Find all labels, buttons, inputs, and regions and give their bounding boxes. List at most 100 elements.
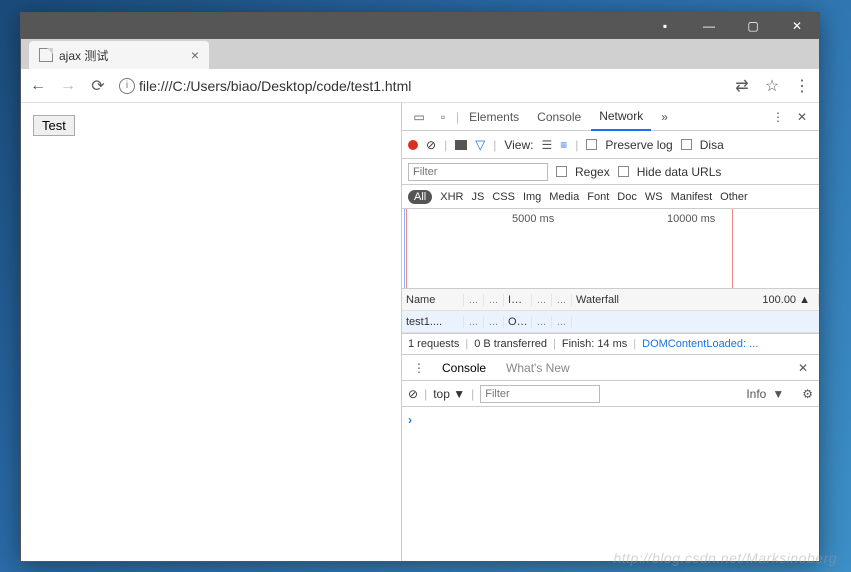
cell-b: ...	[484, 316, 504, 328]
back-button[interactable]: ←	[29, 77, 47, 95]
cell-c: ...	[532, 316, 552, 328]
device-toggle-icon[interactable]: ▫	[432, 110, 454, 124]
minimize-button[interactable]: —	[687, 13, 731, 39]
grid-header: Name ... ... Ini... ... ... Waterfall 10…	[402, 289, 819, 311]
summary-requests: 1 requests	[408, 338, 459, 350]
filter-css[interactable]: CSS	[492, 191, 515, 203]
drawer-tab-whatsnew[interactable]: What's New	[498, 355, 578, 381]
hide-data-urls-checkbox[interactable]	[618, 166, 629, 177]
col-c[interactable]: ...	[532, 294, 552, 306]
filter-xhr[interactable]: XHR	[440, 191, 463, 203]
filter-doc[interactable]: Doc	[617, 191, 637, 203]
disable-cache-checkbox[interactable]	[681, 139, 692, 150]
filter-ws[interactable]: WS	[645, 191, 663, 203]
console-prompt: ›	[408, 413, 412, 427]
col-name[interactable]: Name	[402, 294, 464, 306]
address-bar: ← → ⟳ i file:///C:/Users/biao/Desktop/co…	[21, 69, 819, 103]
network-summary: 1 requests | 0 B transferred | Finish: 1…	[402, 333, 819, 355]
disable-cache-label: Disa	[700, 138, 724, 152]
maximize-button[interactable]: ▢	[731, 13, 775, 39]
filter-font[interactable]: Font	[587, 191, 609, 203]
waterfall-label: Waterfall	[576, 294, 619, 306]
inspect-icon[interactable]: ▭	[408, 110, 430, 124]
console-clear[interactable]: ⊘	[408, 387, 418, 401]
grid-row[interactable]: test1.... ... ... Ot... ... ...	[402, 311, 819, 333]
browser-tab[interactable]: ajax 测试 ×	[29, 41, 209, 69]
col-a[interactable]: ...	[464, 294, 484, 306]
test-button[interactable]: Test	[33, 115, 75, 136]
drawer-tabs: ⋮ Console What's New ✕	[402, 355, 819, 381]
view-compact-icon[interactable]: ≡	[560, 138, 567, 152]
screenshot-icon[interactable]	[455, 140, 467, 150]
col-waterfall[interactable]: Waterfall 100.00 ▲	[572, 294, 819, 306]
drawer-menu[interactable]: ⋮	[408, 361, 430, 375]
content-area: Test ▭ ▫ | Elements Console Network » ⋮ …	[21, 103, 819, 561]
info-icon[interactable]: i	[119, 78, 135, 94]
browser-menu-button[interactable]: ⋮	[793, 76, 811, 96]
console-context[interactable]: top ▼	[433, 387, 465, 401]
bookmark-star-icon[interactable]: ☆	[763, 76, 781, 96]
regex-checkbox[interactable]	[556, 166, 567, 177]
tab-elements[interactable]: Elements	[461, 103, 527, 131]
col-b[interactable]: ...	[484, 294, 504, 306]
record-button[interactable]	[408, 140, 418, 150]
translate-icon[interactable]: ⇄	[733, 76, 751, 96]
devtools-menu[interactable]: ⋮	[767, 110, 789, 124]
tab-strip: ajax 测试 ×	[21, 39, 819, 69]
drawer-close[interactable]: ✕	[793, 361, 813, 375]
filter-all[interactable]: All	[408, 190, 432, 204]
window-titlebar: ▪ — ▢ ✕	[21, 13, 819, 39]
url-text: file:///C:/Users/biao/Desktop/code/test1…	[139, 78, 411, 94]
network-type-filters: All XHR JS CSS Img Media Font Doc WS Man…	[402, 185, 819, 209]
console-settings-icon[interactable]: ⚙	[802, 387, 813, 401]
tab-title: ajax 测试	[59, 47, 108, 64]
filter-media[interactable]: Media	[549, 191, 579, 203]
hide-data-urls-label: Hide data URLs	[637, 165, 722, 179]
tab-close-button[interactable]: ×	[191, 47, 199, 63]
network-timeline[interactable]: 5000 ms 10000 ms	[402, 209, 819, 289]
view-label: View:	[504, 138, 533, 152]
close-window-button[interactable]: ✕	[775, 13, 819, 39]
timeline-tick-1: 5000 ms	[512, 213, 554, 225]
watermark: http://blog.csdn.net/Marksinoberg	[613, 550, 837, 566]
filter-js[interactable]: JS	[471, 191, 484, 203]
filter-other[interactable]: Other	[720, 191, 748, 203]
console-body[interactable]: ›	[402, 407, 819, 561]
cell-d: ...	[552, 316, 572, 328]
regex-label: Regex	[575, 165, 610, 179]
tab-console[interactable]: Console	[529, 103, 589, 131]
devtools-close[interactable]: ✕	[791, 110, 813, 124]
view-large-icon[interactable]: ☰	[541, 138, 552, 152]
filter-icon[interactable]: ▽	[475, 137, 485, 153]
clear-button[interactable]: ⊘	[426, 138, 436, 152]
tab-network[interactable]: Network	[591, 103, 651, 131]
user-icon[interactable]: ▪	[643, 13, 687, 39]
col-initiator[interactable]: Ini...	[504, 294, 532, 306]
waterfall-value: 100.00 ▲	[762, 294, 814, 306]
forward-button[interactable]: →	[59, 77, 77, 95]
tab-more[interactable]: »	[653, 103, 676, 131]
console-level[interactable]: Info	[746, 387, 766, 401]
network-toolbar: ⊘ | ▽ | View: ☰ ≡ | Preserve log Disa	[402, 131, 819, 159]
devtools-tabs: ▭ ▫ | Elements Console Network » ⋮ ✕	[402, 103, 819, 131]
page-body: Test	[21, 103, 401, 561]
summary-dcl: DOMContentLoaded: ...	[642, 338, 758, 350]
col-d[interactable]: ...	[552, 294, 572, 306]
reload-button[interactable]: ⟳	[89, 76, 107, 96]
filter-manifest[interactable]: Manifest	[671, 191, 713, 203]
console-level-arrow[interactable]: ▼	[772, 387, 784, 401]
console-toolbar: ⊘ | top ▼ | Info ▼ ⚙	[402, 381, 819, 407]
network-filter-input[interactable]	[408, 163, 548, 181]
url-field[interactable]: i file:///C:/Users/biao/Desktop/code/tes…	[119, 78, 721, 94]
console-filter-input[interactable]	[480, 385, 600, 403]
devtools-panel: ▭ ▫ | Elements Console Network » ⋮ ✕ ⊘ |…	[401, 103, 819, 561]
preserve-log-checkbox[interactable]	[586, 139, 597, 150]
cell-a: ...	[464, 316, 484, 328]
drawer-tab-console[interactable]: Console	[434, 355, 494, 381]
cell-initiator: Ot...	[504, 316, 532, 328]
network-filter-bar: Regex Hide data URLs	[402, 159, 819, 185]
filter-img[interactable]: Img	[523, 191, 541, 203]
summary-finish: Finish: 14 ms	[562, 338, 627, 350]
file-icon	[39, 48, 53, 62]
browser-window: ▪ — ▢ ✕ ajax 测试 × ← → ⟳ i file:///C:/Use…	[20, 12, 820, 562]
